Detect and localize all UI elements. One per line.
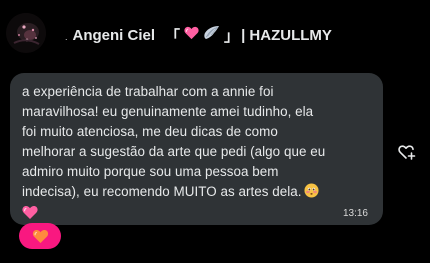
add-reaction-button[interactable]	[398, 144, 416, 160]
heart-plus-icon	[398, 145, 416, 160]
message-line: melhorar a sugestão da arte que pedi (al…	[22, 144, 326, 159]
conversation-header: . Angeni Ciel 「 」 | HAZULLMY	[65, 24, 332, 46]
message-line: indecisa), eu recomendo MUITO as artes d…	[22, 184, 302, 199]
message-line: admiro muito porque sou uma pessoa bem	[22, 164, 279, 179]
sender-name[interactable]: Angeni Ciel	[73, 27, 156, 44]
avatar-image	[6, 13, 46, 53]
message-line: foi muito atenciosa, me deu dicas de com…	[22, 124, 278, 139]
message-timestamp: 13:16	[342, 208, 368, 219]
sender-handle-suffix: | HAZULLMY	[241, 26, 332, 44]
wing-icon	[203, 25, 220, 45]
reaction-pill[interactable]	[19, 223, 61, 249]
message-line-with-emoji: indecisa), eu recomendo MUITO as artes d…	[22, 182, 373, 204]
sender-prefix-symbol: .	[65, 32, 68, 42]
sender-avatar[interactable]	[6, 13, 46, 53]
blushing-face-icon	[304, 183, 319, 204]
message-line: a experiência de trabalhar com a annie f…	[22, 84, 274, 99]
message-line: maravilhosa! eu genuinamente amei tudinh…	[22, 104, 314, 119]
message-line-emoji	[22, 204, 373, 226]
orange-heart-icon	[32, 229, 48, 243]
message-text: a experiência de trabalhar com a annie f…	[22, 82, 373, 226]
bracket-open: 「	[165, 27, 181, 45]
message-bubble[interactable]: a experiência de trabalhar com a annie f…	[10, 73, 383, 225]
bracket-close: 」	[224, 27, 240, 45]
pink-heart-icon	[184, 26, 199, 45]
